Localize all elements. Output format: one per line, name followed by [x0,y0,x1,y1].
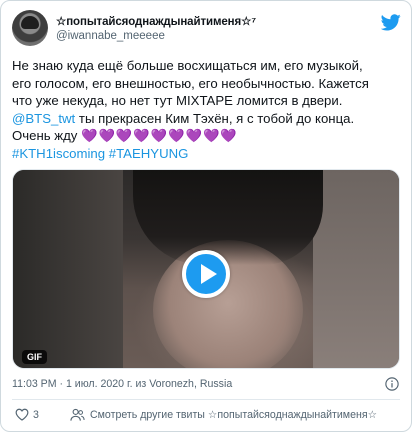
hashtag-line: #KTH1iscoming #TAEHYUNG [12,145,404,163]
avatar[interactable] [12,10,48,46]
gif-media[interactable]: GIF [12,169,400,369]
media-background [313,170,399,368]
like-count[interactable]: 3 [33,409,39,421]
people-icon [70,408,85,421]
tweet-text-line: его голосом, его внешностью, его необычн… [12,75,369,91]
tweet-text-line: что уже некуда, но нет тут MIXTAPE ломит… [12,93,343,108]
play-icon [201,264,217,284]
twitter-bird-icon[interactable] [381,14,401,31]
tweet-text-fragment: Очень жду [12,128,82,143]
tweet-text-line: Очень жду 💜💜💜💜💜💜💜💜💜 [12,127,404,145]
divider [12,399,400,400]
tweet-header: ☆попытайсяоднаждынайтименя☆⁷ @iwannabe_m… [12,10,401,52]
mention-link[interactable]: @BTS_twt [12,111,75,126]
author-handle[interactable]: @iwannabe_meeeee [56,30,165,42]
heart-icon[interactable] [15,408,29,421]
author-display-name[interactable]: ☆попытайсяоднаждынайтименя☆⁷ [56,14,256,28]
tweet-timestamp[interactable]: 11:03 PM · 1 июл. 2020 г. из Voronezh, R… [12,378,232,390]
tweet-text-line: Не знаю куда ещё больше восхищаться им, … [12,58,363,73]
gif-badge: GIF [22,350,47,364]
embedded-tweet-card: ☆попытайсяоднаждынайтименя☆⁷ @iwannabe_m… [0,0,412,432]
purple-hearts-emoji: 💜💜💜💜💜💜💜💜💜 [81,128,238,143]
media-hair [133,170,323,265]
tweet-text: Не знаю куда ещё больше восхищаться им, … [12,57,404,162]
media-background [13,170,123,368]
more-tweets-link[interactable]: Смотреть другие твиты ☆попытайсяоднаждын… [90,409,377,421]
play-button[interactable] [182,250,230,298]
tweet-text-line: @BTS_twt ты прекрасен Ким Тэхён, я с тоб… [12,110,404,128]
hashtag-link[interactable]: #KTH1iscoming [12,146,105,161]
hashtag-link[interactable]: #TAEHYUNG [109,146,189,161]
tweet-footer: 3 Смотреть другие твиты ☆попытайсяоднажд… [12,407,401,425]
info-icon[interactable] [385,377,399,391]
tweet-text-fragment: ты прекрасен Ким Тэхён, я с тобой до кон… [75,110,355,126]
